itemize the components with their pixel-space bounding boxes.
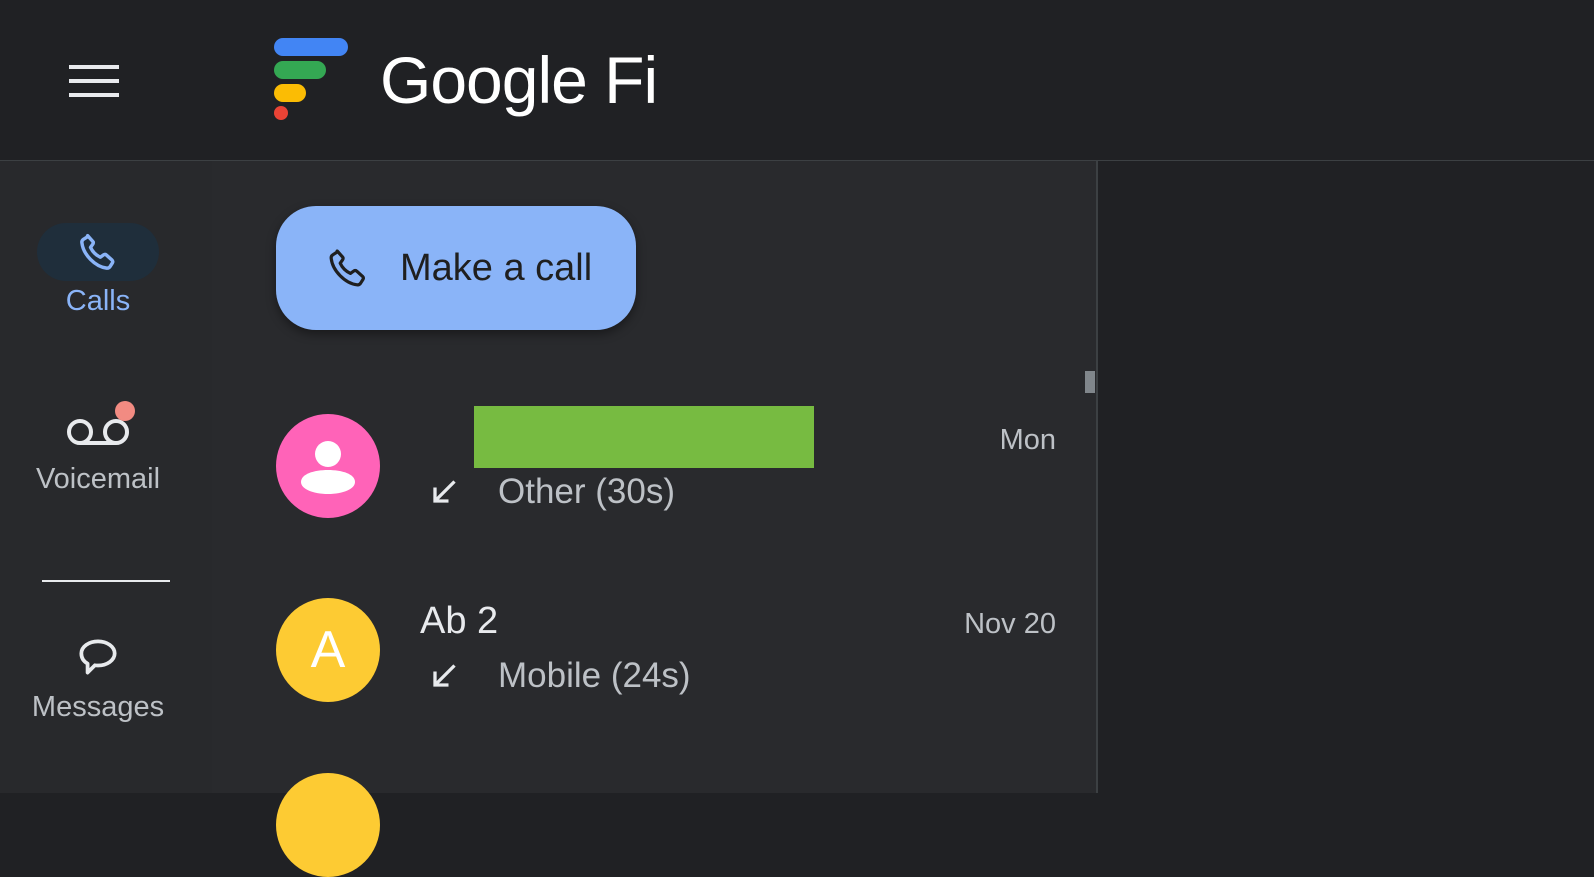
- nav-item-messages-label: Messages: [31, 691, 165, 723]
- call-detail: Mobile (24s): [426, 656, 691, 696]
- rail-divider: [42, 580, 170, 582]
- app-title: Google Fi: [380, 43, 658, 117]
- incoming-call-arrow-icon: [433, 664, 456, 687]
- nav-item-voicemail[interactable]: Voicemail: [0, 401, 196, 496]
- call-detail-text: Mobile (24s): [498, 656, 691, 695]
- avatar: A: [276, 598, 380, 702]
- navigation-rail: Calls Voicemail Messages: [0, 161, 212, 793]
- avatar: [276, 414, 380, 518]
- nav-item-calls-label: Calls: [65, 285, 131, 317]
- avatar[interactable]: [276, 773, 380, 877]
- menu-button[interactable]: [60, 55, 128, 107]
- redacted-contact-name: [474, 406, 814, 468]
- chat-bubble-icon: [79, 639, 117, 675]
- phone-icon: [329, 249, 365, 287]
- call-date: Mon: [999, 424, 1056, 456]
- nav-item-messages[interactable]: Messages: [0, 629, 196, 724]
- call-list-item[interactable]: A Ab 2 Nov 20 Mobile (24s): [276, 598, 1056, 708]
- hamburger-menu-icon: [69, 65, 119, 97]
- nav-item-voicemail-indicator: [37, 401, 159, 459]
- voicemail-notification-badge: [115, 401, 135, 421]
- call-detail-text: Other (30s): [498, 472, 675, 511]
- incoming-call-arrow-icon: [433, 480, 456, 503]
- top-app-bar: Google Fi: [0, 0, 1594, 161]
- google-fi-logo-icon: [274, 38, 348, 120]
- make-a-call-label: Make a call: [400, 246, 593, 289]
- call-detail-panel: [1096, 161, 1594, 793]
- phone-icon: [80, 233, 115, 270]
- make-a-call-button[interactable]: Make a call: [276, 206, 636, 330]
- nav-item-calls[interactable]: Calls: [0, 223, 196, 318]
- contact-name: Ab 2: [420, 600, 499, 642]
- nav-item-voicemail-label: Voicemail: [35, 463, 161, 495]
- call-date: Nov 20: [964, 608, 1056, 640]
- nav-item-messages-indicator: [37, 629, 159, 687]
- avatar-initial: A: [310, 621, 346, 679]
- scrollbar-thumb[interactable]: [1085, 371, 1095, 393]
- call-detail: Other (30s): [426, 472, 675, 512]
- call-list-item[interactable]: Mon Other (30s): [276, 406, 1056, 524]
- calls-list-panel: Make a call Mon Other (30s) A Ab 2 Nov 2…: [212, 161, 1096, 877]
- nav-item-calls-indicator: [37, 223, 159, 281]
- person-icon: [301, 441, 355, 494]
- google-fi-logo[interactable]: [272, 36, 352, 120]
